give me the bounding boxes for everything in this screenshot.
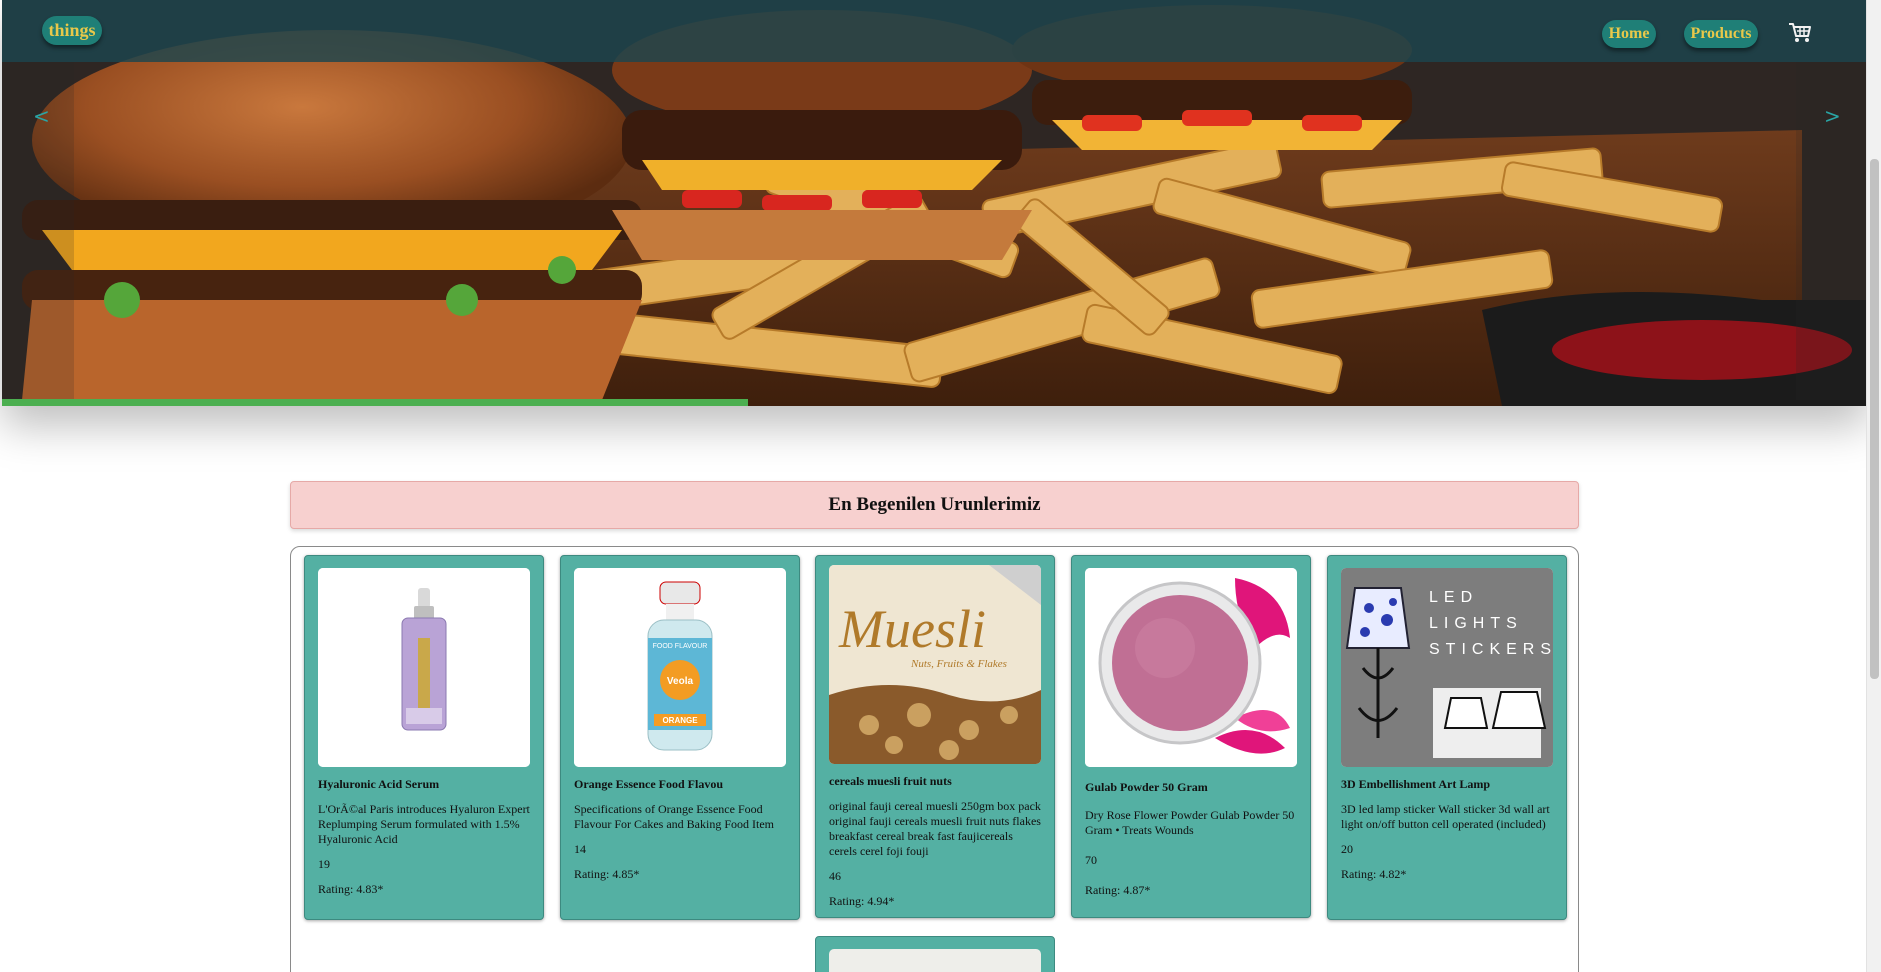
product-title: Gulab Powder 50 Gram: [1085, 780, 1208, 794]
muesli-sub-text: Nuts, Fruits & Flakes: [910, 658, 1007, 670]
orange-brand-text: Veola: [667, 676, 694, 687]
slider-prev-button[interactable]: <: [33, 104, 50, 128]
product-rating: Rating: 4.82*: [1341, 867, 1407, 881]
product-image-muesli: Muesli Nuts, Fruits & Flakes: [829, 565, 1041, 764]
product-title: 3D Embellishment Art Lamp: [1341, 777, 1491, 791]
product-title: Hyaluronic Acid Serum: [318, 777, 440, 791]
product-rating: Rating: 4.87*: [1085, 883, 1151, 897]
product-rating: Rating: 4.94*: [829, 894, 895, 908]
product-title: cereals muesli fruit nuts: [829, 774, 952, 788]
product-image-led-lamp: LED LIGHTS STICKERS: [1341, 568, 1553, 767]
section-title: En Begenilen Urunlerimiz: [290, 481, 1579, 529]
product-card[interactable]: Muesli Nuts, Fruits & Flakes cereals mue…: [815, 555, 1055, 918]
product-description: original fauji cereal muesli 250gm box p…: [829, 799, 1041, 858]
product-card[interactable]: Hyaluronic Acid Serum L'OrÃ©al Paris int…: [304, 555, 544, 920]
product-price: 19: [318, 857, 330, 871]
orange-top-text: FOOD FLAVOUR: [653, 643, 708, 650]
product-price: 70: [1085, 853, 1097, 867]
orange-bottom-text: ORANGE: [662, 716, 698, 725]
product-description: L'OrÃ©al Paris introduces Hyaluron Exper…: [318, 802, 530, 846]
product-image-serum: [318, 568, 530, 767]
product-rating: Rating: 4.83*: [318, 882, 384, 896]
product-title: Orange Essence Food Flavou: [574, 777, 723, 791]
product-card[interactable]: Veola FOOD FLAVOUR ORANGE Orange Essence…: [560, 555, 800, 920]
product-price: 20: [1341, 842, 1353, 856]
product-description: Dry Rose Flower Powder Gulab Powder 50 G…: [1085, 808, 1295, 837]
page-scrollbar[interactable]: [1866, 0, 1881, 972]
nav-link-home[interactable]: Home: [1602, 20, 1656, 48]
product-card[interactable]: Gulab Powder 50 Gram Dry Rose Flower Pow…: [1071, 555, 1311, 918]
product-price: 46: [829, 869, 841, 883]
product-price: 14: [574, 842, 586, 856]
nav-link-products[interactable]: Products: [1684, 20, 1758, 48]
lamp-line3-text: STICKERS: [1429, 641, 1553, 658]
slider-next-button[interactable]: >: [1824, 104, 1841, 128]
product-card-partial[interactable]: [815, 936, 1055, 972]
cart-icon[interactable]: [1788, 22, 1812, 44]
navbar: things Home Products: [2, 0, 1868, 62]
muesli-brand-text: Muesli: [838, 599, 986, 659]
product-card[interactable]: LED LIGHTS STICKERS 3D Embellishment Art…: [1327, 555, 1567, 920]
logo-link[interactable]: things: [42, 16, 102, 45]
product-image-rose-powder: [1085, 568, 1297, 767]
product-image-orange-essence: Veola FOOD FLAVOUR ORANGE: [574, 568, 786, 767]
scrollbar-thumb[interactable]: [1870, 159, 1879, 679]
slider-progress-bar: [2, 399, 749, 406]
product-description: 3D led lamp sticker Wall sticker 3d wall…: [1341, 802, 1550, 831]
product-description: Specifications of Orange Essence Food Fl…: [574, 802, 774, 831]
lamp-line2-text: LIGHTS: [1429, 615, 1523, 632]
lamp-line1-text: LED: [1429, 589, 1478, 606]
product-rating: Rating: 4.85*: [574, 867, 640, 881]
product-image-partial: [829, 949, 1041, 972]
